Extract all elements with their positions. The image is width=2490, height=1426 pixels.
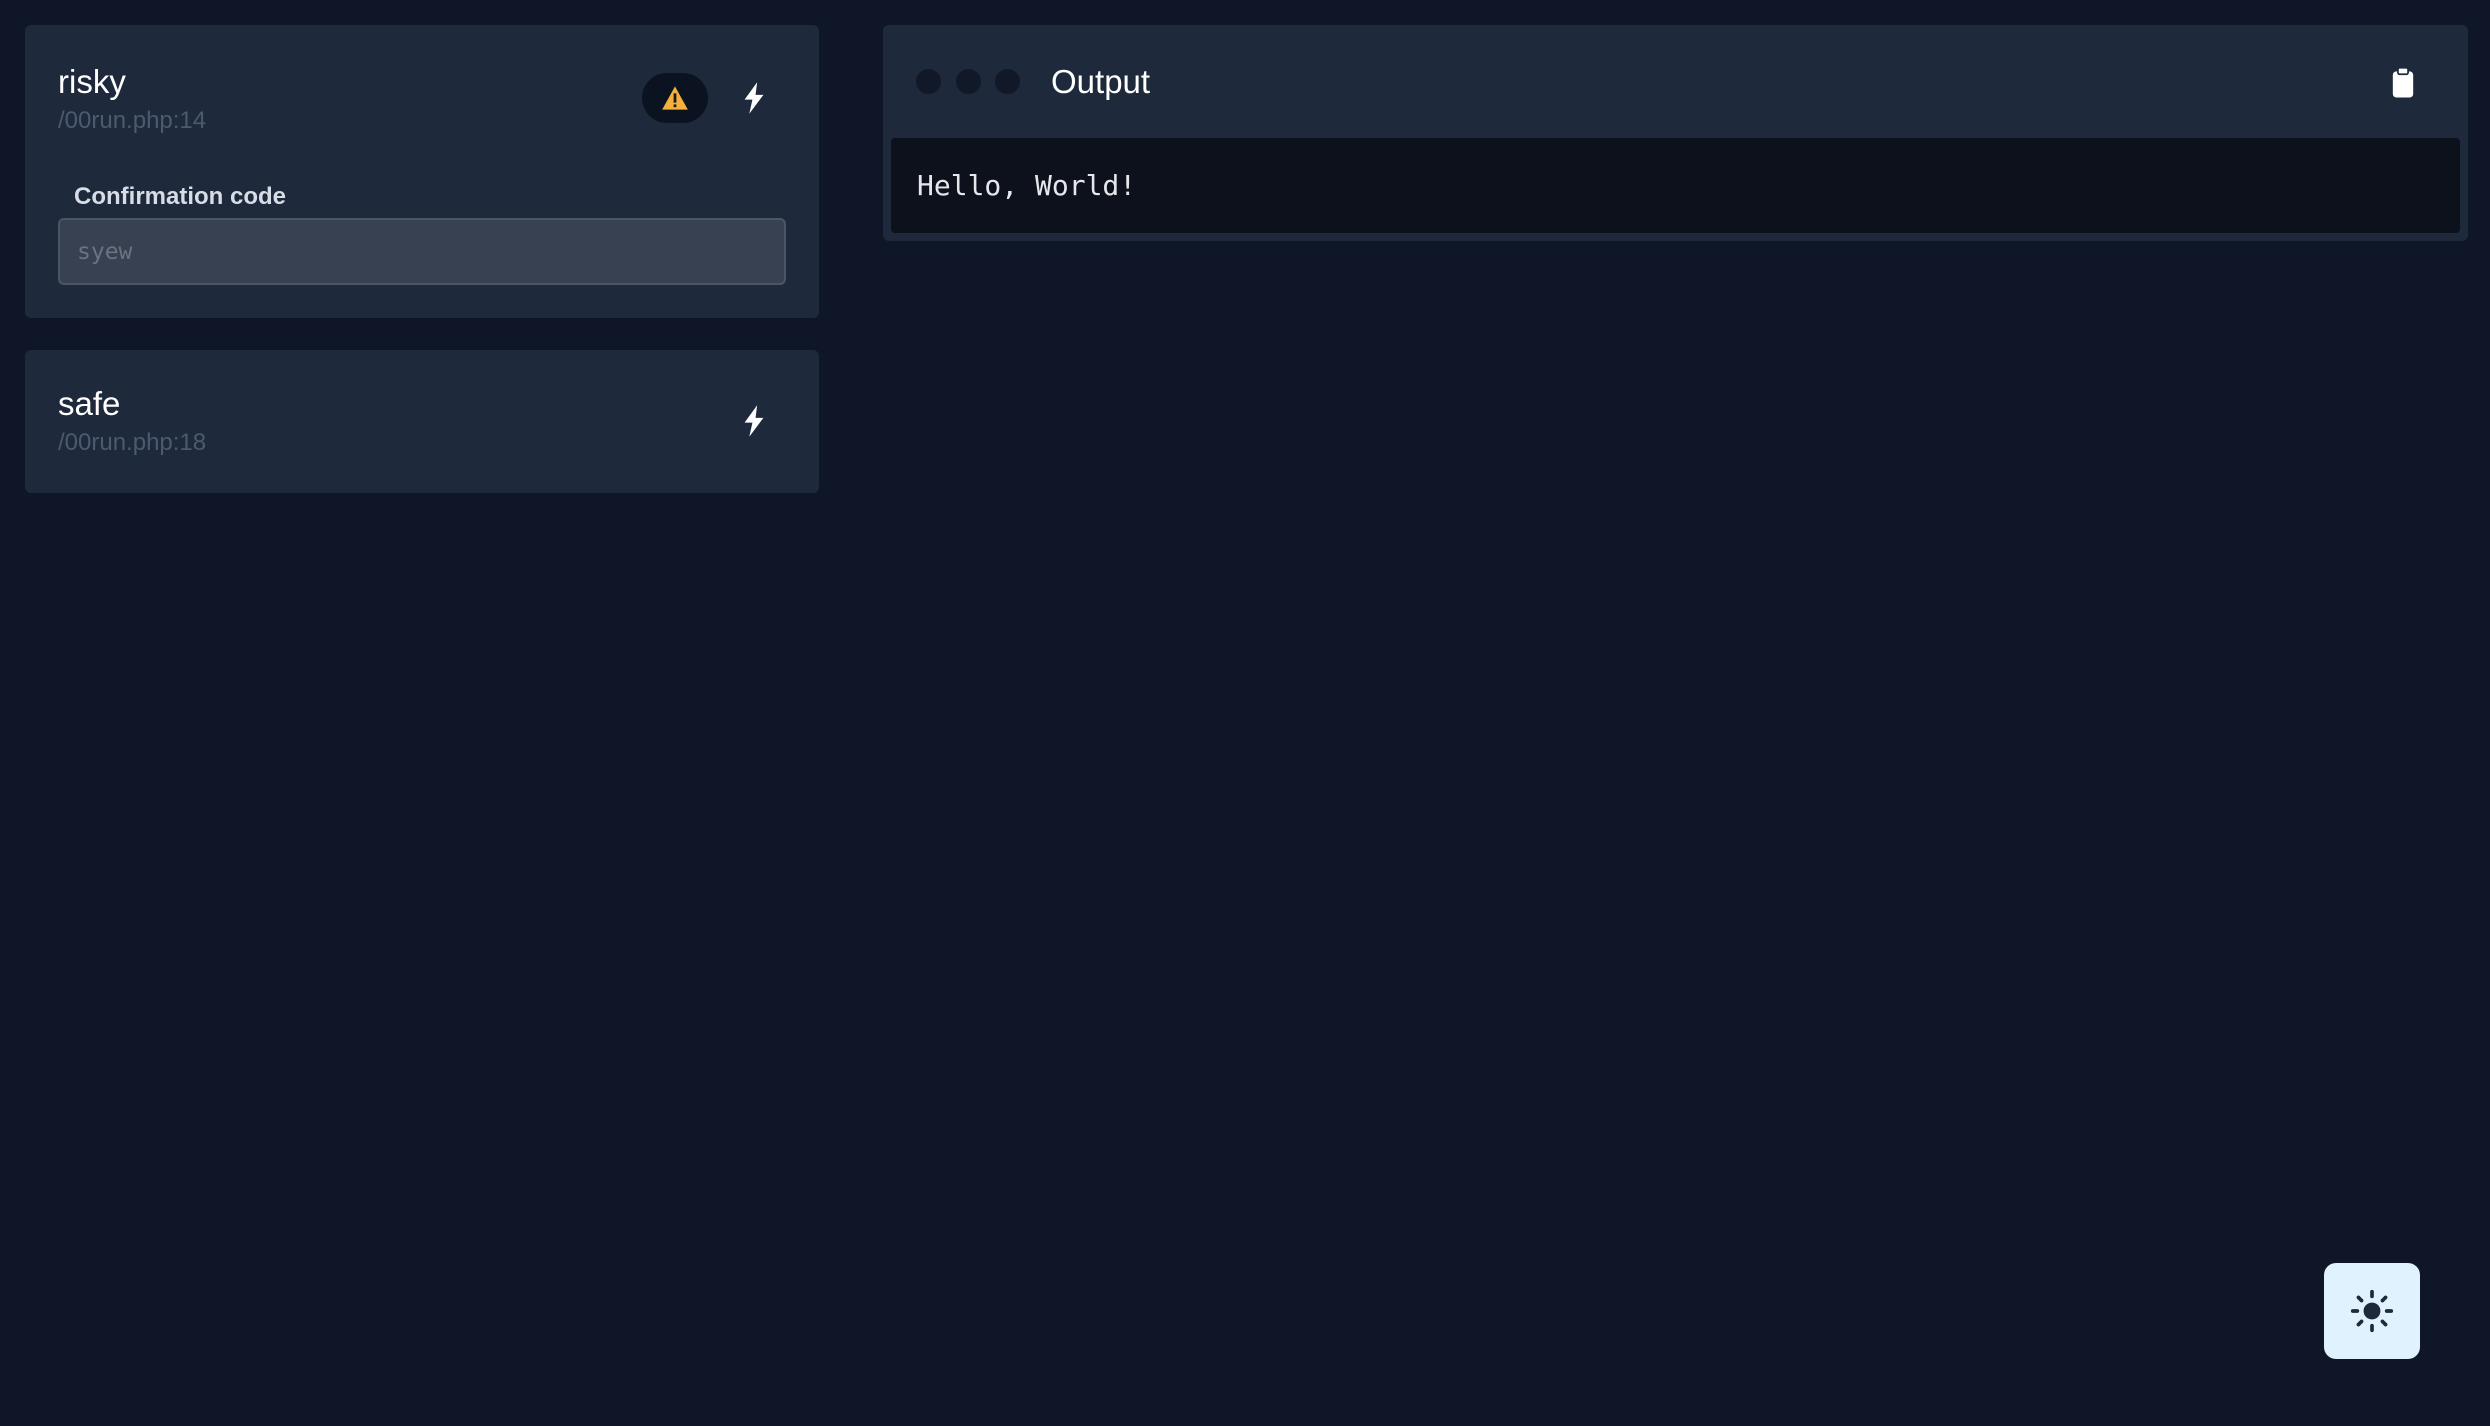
window-dot	[956, 69, 981, 94]
task-name: safe	[58, 385, 121, 422]
theme-toggle-button[interactable]	[2324, 1263, 2420, 1359]
task-location: /00run.php:14	[58, 107, 207, 134]
window-dot	[995, 69, 1020, 94]
confirmation-code-input[interactable]	[58, 218, 786, 285]
confirmation-label: Confirmation code	[74, 183, 287, 210]
window-dot	[916, 69, 941, 94]
lightning-bolt-icon	[744, 405, 764, 437]
task-name: risky	[58, 63, 126, 100]
run-button[interactable]	[729, 73, 779, 123]
output-console: Hello, World!	[891, 138, 2460, 233]
clipboard-icon	[2392, 67, 2414, 98]
warning-icon	[662, 86, 688, 110]
run-button[interactable]	[729, 396, 779, 446]
output-panel: Output Hello, World!	[883, 25, 2468, 241]
task-location: /00run.php:18	[58, 429, 207, 456]
warning-badge[interactable]	[642, 73, 708, 123]
task-card-safe: safe /00run.php:18	[25, 350, 819, 493]
lightning-bolt-icon	[744, 82, 764, 114]
sun-icon	[2350, 1289, 2394, 1333]
task-card-risky: risky /00run.php:14 Confirmation code	[25, 25, 819, 318]
output-text: Hello, World!	[917, 169, 1137, 202]
output-title: Output	[1051, 63, 1151, 100]
copy-output-button[interactable]	[2383, 61, 2423, 105]
